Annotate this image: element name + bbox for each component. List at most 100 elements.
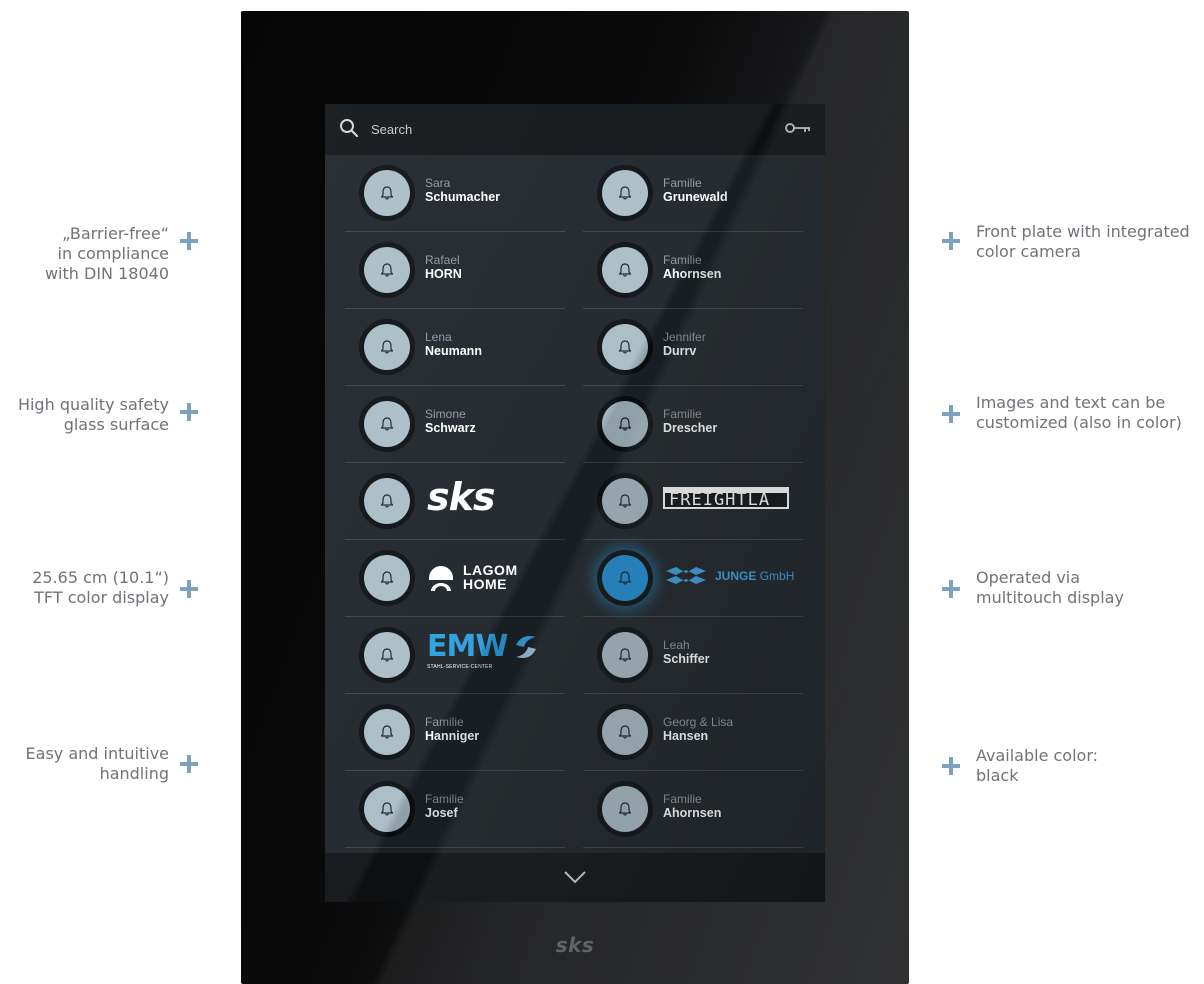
list-item[interactable]: Familie Ahornsen [583,771,803,848]
list-item[interactable]: Jennifer Durrv [583,309,803,386]
bell-button[interactable] [359,165,415,221]
search-icon[interactable] [339,118,359,138]
bell-icon [380,648,394,662]
plus-icon [942,580,960,598]
chevron-down-icon[interactable] [561,869,589,885]
bell-button[interactable] [597,704,653,760]
emw-swirl-icon [516,636,537,658]
junge-text: JUNGE GmbH [715,569,794,583]
freightla-logo: FREIGHTLA [663,487,789,509]
list-item[interactable]: JUNGE GmbH [583,540,803,617]
list-item[interactable]: Sara Schumacher [345,155,565,232]
bell-icon [380,417,394,431]
emw-text: EMW [427,629,508,664]
bell-button[interactable] [359,242,415,298]
bell-button[interactable] [359,473,415,529]
resident-name: Familie Drescher [663,407,717,436]
bell-icon [380,494,394,508]
junge-light-text: GmbH [759,569,795,583]
bell-button[interactable] [597,627,653,683]
bell-button[interactable] [597,242,653,298]
resident-name: Familie Grunewald [663,176,728,205]
bell-button-active[interactable] [597,550,653,606]
list-item[interactable]: Leah Schiffer [583,617,803,694]
list-item[interactable]: Familie Hanniger [345,694,565,771]
bell-icon [380,802,394,816]
bell-button[interactable] [359,627,415,683]
feature-color: Available color: black [976,746,1098,786]
first-name: Familie [425,792,464,806]
first-name: Familie [663,407,702,421]
list-item[interactable]: EMW STAHL-SERVICE-CENTER [345,617,565,694]
feature-camera: Front plate with integrated color camera [976,222,1190,262]
bell-button[interactable] [597,319,653,375]
last-name: Neumann [425,344,482,358]
bell-icon [618,802,632,816]
bell-button[interactable] [359,396,415,452]
last-name: Schiffer [663,652,710,666]
bell-icon [380,340,394,354]
resident-name: Sara Schumacher [425,176,500,205]
junge-waves-icon [666,567,706,584]
emw-logo: EMW STAHL-SERVICE-CENTER [427,631,542,670]
resident-name: Leah Schiffer [663,638,710,667]
plus-icon [942,757,960,775]
bell-button[interactable] [597,781,653,837]
resident-name: Rafael HORN [425,253,462,282]
list-item[interactable]: Lena Neumann [345,309,565,386]
bell-button[interactable] [359,781,415,837]
plus-icon [942,405,960,423]
last-name: Schwarz [425,421,476,435]
resident-name: Familie Ahornsen [663,792,721,821]
last-name: Hansen [663,729,709,743]
bell-button[interactable] [597,473,653,529]
list-item[interactable]: Georg & Lisa Hansen [583,694,803,771]
bell-icon [618,186,632,200]
search-input[interactable] [371,117,751,141]
bell-button[interactable] [359,319,415,375]
resident-column-left: Sara Schumacher Rafael HORN Lena Neumann Si… [345,155,565,848]
list-item[interactable]: Familie Drescher [583,386,803,463]
bell-icon [618,263,632,277]
last-name: Durrv [663,344,697,358]
feature-text: 25.65 cm (10.1“) TFT color display [32,568,169,607]
lagom-home-text: LAGOM HOME [463,562,518,592]
feature-display: 25.65 cm (10.1“) TFT color display [32,568,169,608]
first-name: Jennifer [663,330,706,344]
first-name: Leah [663,638,690,652]
bell-icon [618,648,632,662]
first-name: Lena [425,330,452,344]
first-name: Sara [425,176,451,190]
resident-name: Georg & Lisa Hansen [663,715,733,744]
lagom-home-logo: LAGOM HOME [427,562,518,592]
plus-icon [942,232,960,250]
touch-screen: SaraSchumacher RafaelHORN LenaNeumann Si… [325,104,825,902]
last-name: Josef [425,806,458,820]
last-name: HORN [425,267,462,281]
list-item[interactable]: LAGOM HOME [345,540,565,617]
bell-button[interactable] [359,550,415,606]
bell-icon [618,417,632,431]
bell-button[interactable] [597,396,653,452]
list-item[interactable]: Simone Schwarz [345,386,565,463]
list-item[interactable]: Familie Ahornsen [583,232,803,309]
bell-icon [380,186,394,200]
list-item[interactable]: FREIGHTLA [583,463,803,540]
bell-button[interactable] [359,704,415,760]
last-name: Schumacher [425,190,501,204]
feature-text: „Barrier-free“ in compliance with DIN 18… [44,224,169,283]
list-item[interactable]: Familie Josef [345,771,565,848]
last-name: Grunewald [663,190,728,204]
key-icon[interactable] [785,121,811,135]
bell-icon [380,571,394,585]
list-item[interactable]: Rafael HORN [345,232,565,309]
feature-safety-glass: High quality safety glass surface [18,395,169,435]
bell-button[interactable] [597,165,653,221]
last-name: Ahornsen [663,267,722,281]
list-item[interactable]: Familie Grunewald [583,155,803,232]
feature-text: Easy and intuitive handling [25,744,169,783]
last-name: Hanniger [425,729,480,743]
list-item[interactable]: sks [345,463,565,540]
bell-icon [618,571,632,585]
plus-icon [180,232,198,250]
